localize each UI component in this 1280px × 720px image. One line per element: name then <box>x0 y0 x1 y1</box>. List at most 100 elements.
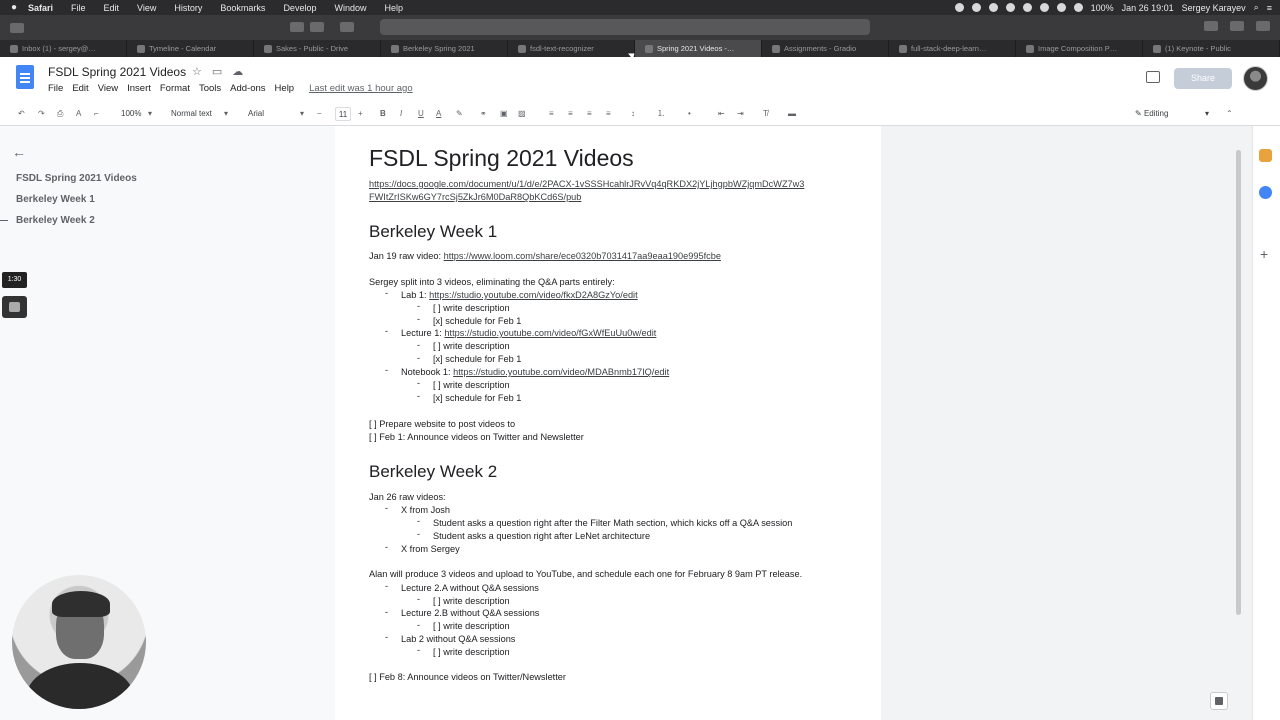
browser-tab[interactable]: fsdl-text-recognizer <box>508 40 635 57</box>
browser-tab[interactable]: full-stack-deep-learn… <box>889 40 1016 57</box>
docs-menu-insert[interactable]: Insert <box>127 83 151 94</box>
undo-icon[interactable]: ↶ <box>18 107 25 121</box>
align-center-icon[interactable]: ≡ <box>568 107 573 121</box>
raw-video-link[interactable]: https://www.loom.com/share/ece0320b70314… <box>444 251 721 261</box>
docs-menu-tools[interactable]: Tools <box>199 83 221 94</box>
status-icon[interactable] <box>954 3 964 12</box>
share-icon[interactable] <box>1230 21 1244 31</box>
docs-menu-view[interactable]: View <box>98 83 118 94</box>
star-icon[interactable]: ☆ <box>192 65 202 78</box>
docs-menu-edit[interactable]: Edit <box>72 83 88 94</box>
status-icon[interactable] <box>971 3 981 12</box>
status-icon[interactable] <box>1005 3 1015 12</box>
comment-icon[interactable]: ▣ <box>500 107 508 121</box>
user-name[interactable]: Sergey Karayev <box>1182 3 1246 13</box>
image-icon[interactable]: ▨ <box>518 107 526 121</box>
address-bar[interactable] <box>380 19 870 35</box>
clock[interactable]: Jan 26 19:01 <box>1122 3 1174 13</box>
back-arrow-icon[interactable]: ← <box>12 144 26 160</box>
notebook1-link[interactable]: https://studio.youtube.com/video/MDABnmb… <box>453 367 669 377</box>
redo-icon[interactable]: ↷ <box>38 107 45 121</box>
doc-link[interactable]: https://docs.google.com/document/u/1/d/e… <box>369 178 804 190</box>
keep-icon[interactable] <box>1259 149 1272 162</box>
new-tab-icon[interactable] <box>1256 21 1270 31</box>
font-size-field[interactable]: 11 <box>335 107 351 121</box>
browser-tab[interactable]: Sakes - Public - Drive <box>254 40 381 57</box>
status-icon[interactable] <box>1056 3 1066 12</box>
increase-size-icon[interactable]: + <box>358 107 363 121</box>
docs-menu-file[interactable]: File <box>48 83 63 94</box>
underline-icon[interactable]: U <box>418 107 424 121</box>
browser-tab[interactable]: Tymeline - Calendar <box>127 40 254 57</box>
search-icon[interactable]: ⌕ <box>1254 2 1259 13</box>
move-folder-icon[interactable]: ▭ <box>212 65 222 78</box>
menu-view[interactable]: View <box>137 3 156 13</box>
lecture1-link[interactable]: https://studio.youtube.com/video/fGxWfEu… <box>444 328 656 338</box>
chevron-up-icon[interactable]: ⌃ <box>1226 107 1233 121</box>
comments-icon[interactable] <box>1146 71 1160 83</box>
avatar[interactable] <box>1243 66 1268 91</box>
paint-format-icon[interactable]: ⌐ <box>94 107 99 121</box>
editing-mode-select[interactable]: ✎ Editing ▾ <box>1129 106 1215 122</box>
sidebar-toggle-icon[interactable] <box>10 22 24 33</box>
outline-item-title[interactable]: FSDL Spring 2021 Videos <box>16 173 137 184</box>
decrease-size-icon[interactable]: − <box>317 107 322 121</box>
line-spacing-icon[interactable]: ↕ <box>631 107 635 121</box>
last-edit-link[interactable]: Last edit was 1 hour ago <box>309 83 413 94</box>
input-tools-icon[interactable]: ▬ <box>788 107 796 121</box>
wifi-icon[interactable] <box>1073 3 1083 12</box>
italic-icon[interactable]: I <box>400 107 402 121</box>
link-icon[interactable]: ⚭ <box>480 107 487 121</box>
menu-safari[interactable]: Safari <box>28 3 53 13</box>
battery-percent[interactable]: 100% <box>1091 3 1114 13</box>
docs-menu-addons[interactable]: Add-ons <box>230 83 265 94</box>
browser-tab[interactable]: (1) Keynote - Public <box>1143 40 1280 57</box>
print-icon[interactable]: ⎙ <box>57 107 63 121</box>
menu-edit[interactable]: Edit <box>104 3 120 13</box>
bold-icon[interactable]: B <box>380 107 386 121</box>
document-page[interactable]: FSDL Spring 2021 Videos https://docs.goo… <box>335 126 881 720</box>
explore-icon[interactable] <box>1210 692 1228 710</box>
document-title-field[interactable]: FSDL Spring 2021 Videos <box>48 65 186 79</box>
style-select[interactable]: Normal text <box>171 107 212 121</box>
numbered-list-icon[interactable]: ⒈ <box>657 107 665 121</box>
spellcheck-icon[interactable]: A <box>76 107 81 121</box>
download-icon[interactable] <box>1204 21 1218 31</box>
decrease-indent-icon[interactable]: ⇤ <box>718 107 725 121</box>
docs-menu-help[interactable]: Help <box>275 83 295 94</box>
menu-file[interactable]: File <box>71 3 86 13</box>
outline-item-week2[interactable]: Berkeley Week 2 <box>16 215 95 226</box>
font-select[interactable]: Arial <box>248 107 264 121</box>
highlight-icon[interactable]: ✎ <box>456 107 463 121</box>
justify-icon[interactable]: ≡ <box>606 107 611 121</box>
text-color-icon[interactable]: A <box>436 107 441 121</box>
privacy-icon[interactable] <box>340 22 354 32</box>
add-addon-icon[interactable]: + <box>1260 246 1268 262</box>
doc-link-cont[interactable]: FWItZrISKw6GY7rcSj5ZkJr6M0DaR8QbKCd6S/pu… <box>369 191 581 203</box>
status-icon[interactable] <box>1022 3 1032 12</box>
menu-bookmarks[interactable]: Bookmarks <box>220 3 265 13</box>
align-left-icon[interactable]: ≡ <box>549 107 554 121</box>
outline-item-week1[interactable]: Berkeley Week 1 <box>16 194 95 205</box>
browser-tab-active[interactable]: Spring 2021 Videos -… <box>635 40 762 57</box>
browser-tab[interactable]: Assignments - Gradio <box>762 40 889 57</box>
apple-menu-icon[interactable]: ● <box>0 2 28 13</box>
menu-develop[interactable]: Develop <box>283 3 316 13</box>
menu-window[interactable]: Window <box>334 3 366 13</box>
browser-tab[interactable]: Image Composition P… <box>1016 40 1143 57</box>
docs-logo-icon[interactable] <box>16 65 34 89</box>
forward-icon[interactable] <box>310 22 324 32</box>
scrollbar[interactable] <box>1236 150 1241 615</box>
menu-help[interactable]: Help <box>384 3 403 13</box>
browser-tab[interactable]: Inbox (1) - sergey@… <box>0 40 127 57</box>
control-center-icon[interactable]: ≡ <box>1267 3 1272 13</box>
status-icon[interactable] <box>1039 3 1049 12</box>
tasks-icon[interactable] <box>1259 186 1272 199</box>
increase-indent-icon[interactable]: ⇥ <box>737 107 744 121</box>
lab1-link[interactable]: https://studio.youtube.com/video/fkxD2A8… <box>429 290 638 300</box>
status-icon[interactable] <box>988 3 998 12</box>
recorder-icon[interactable] <box>2 296 27 318</box>
share-button[interactable]: Share <box>1174 68 1232 89</box>
bulleted-list-icon[interactable]: • <box>688 107 691 121</box>
back-icon[interactable] <box>290 22 304 32</box>
